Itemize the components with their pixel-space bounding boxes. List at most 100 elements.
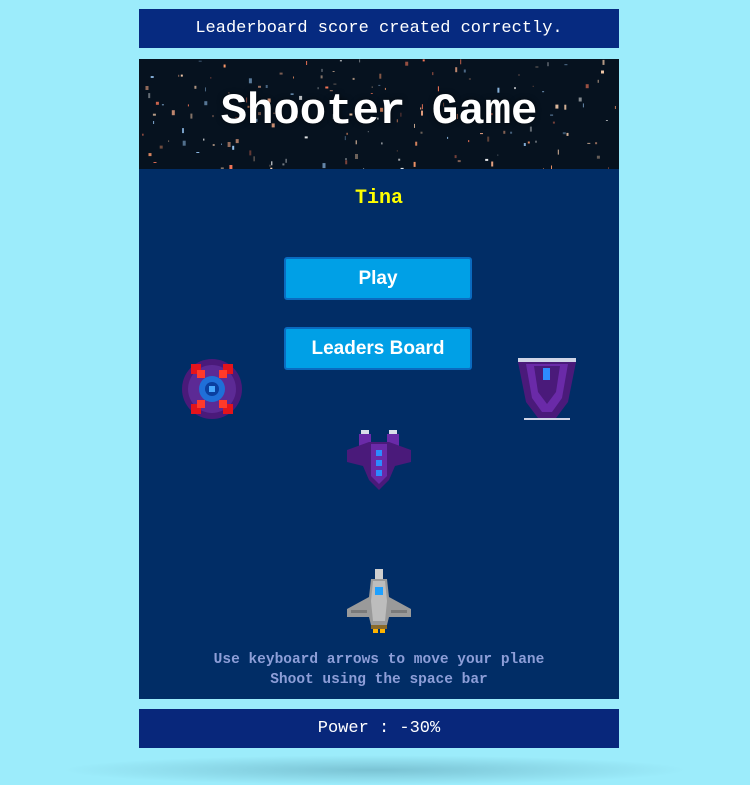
star-particle	[224, 65, 226, 68]
game-title: Shooter Game	[139, 87, 619, 137]
star-particle	[397, 150, 398, 151]
star-particle	[535, 67, 538, 68]
star-particle	[356, 140, 357, 144]
star-particle	[469, 79, 471, 80]
star-particle	[229, 165, 232, 169]
star-particle	[228, 142, 231, 147]
star-particle	[168, 141, 169, 142]
star-particle	[485, 159, 488, 161]
power-bar: Power : -30%	[139, 709, 619, 748]
star-particle	[423, 59, 425, 61]
star-particle	[464, 70, 466, 73]
power-text: Power : -30%	[318, 719, 440, 738]
star-particle	[355, 154, 358, 159]
star-particle	[381, 142, 382, 144]
star-particle	[487, 137, 489, 142]
star-particle	[455, 155, 457, 158]
star-particle	[178, 75, 179, 77]
star-particle	[379, 74, 381, 79]
star-particle	[210, 77, 211, 78]
page-shadow	[60, 755, 690, 785]
star-particle	[282, 163, 284, 165]
star-particle	[363, 168, 364, 169]
player-name: Tina	[139, 187, 619, 210]
star-particle	[183, 141, 186, 146]
star-particle	[221, 167, 224, 169]
star-particle	[306, 61, 307, 65]
star-particle	[181, 75, 183, 77]
star-particle	[221, 144, 222, 145]
star-particle	[598, 80, 599, 83]
star-particle	[414, 162, 416, 167]
star-particle	[154, 162, 157, 163]
star-particle	[321, 75, 323, 78]
star-particle	[455, 67, 457, 72]
instructions-line-1: Use keyboard arrows to move your plane	[139, 650, 619, 670]
grey-jet-player-icon	[345, 567, 413, 635]
star-particle	[398, 159, 400, 161]
star-particle	[270, 165, 271, 167]
star-particle	[415, 142, 417, 146]
star-particle	[601, 71, 604, 74]
star-particle	[497, 155, 498, 156]
star-particle	[160, 146, 163, 149]
star-particle	[432, 72, 433, 75]
star-particle	[333, 71, 335, 72]
star-particle	[558, 150, 559, 155]
star-particle	[346, 158, 347, 160]
status-banner: Leaderboard score created correctly.	[139, 9, 619, 48]
star-particle	[551, 166, 552, 170]
star-particle	[603, 60, 605, 65]
star-particle	[458, 160, 461, 162]
play-button[interactable]: Play	[284, 257, 472, 300]
star-particle	[405, 62, 408, 66]
star-particle	[333, 84, 336, 85]
star-particle	[232, 146, 234, 150]
star-particle	[597, 156, 600, 159]
star-particle	[249, 78, 252, 83]
game-canvas[interactable]: Shooter Game Tina Play Leaders Board	[139, 59, 619, 699]
purple-fighter-enemy-icon	[345, 428, 413, 492]
leaders-board-button[interactable]: Leaders Board	[284, 327, 472, 370]
round-mine-enemy-icon	[181, 358, 243, 420]
star-particle	[548, 62, 549, 66]
star-particle	[401, 168, 404, 169]
star-particle	[608, 167, 609, 169]
star-particle	[340, 60, 342, 61]
star-particle	[213, 144, 215, 146]
star-particle	[323, 163, 326, 168]
star-particle	[543, 168, 544, 169]
title-header: Shooter Game	[139, 59, 619, 169]
star-particle	[271, 161, 272, 165]
star-particle	[524, 143, 526, 146]
star-particle	[447, 137, 448, 139]
star-particle	[293, 77, 294, 79]
star-particle	[249, 150, 251, 155]
star-particle	[203, 139, 204, 141]
star-particle	[151, 76, 154, 78]
instructions-text: Use keyboard arrows to move your plane S…	[139, 650, 619, 690]
star-particle	[322, 69, 323, 72]
star-particle	[199, 61, 202, 62]
instructions-line-2: Shoot using the space bar	[139, 670, 619, 690]
star-particle	[460, 59, 461, 64]
star-particle	[378, 85, 380, 86]
star-particle	[254, 156, 255, 161]
star-particle	[345, 160, 347, 164]
star-particle	[286, 159, 287, 163]
star-particle	[587, 143, 590, 144]
star-particle	[270, 168, 272, 169]
star-particle	[236, 139, 239, 143]
star-particle	[280, 73, 283, 75]
star-particle	[359, 59, 360, 62]
star-particle	[149, 153, 152, 156]
star-particle	[196, 152, 199, 153]
star-particle	[528, 142, 530, 144]
star-particle	[595, 142, 597, 144]
star-particle	[519, 74, 520, 76]
star-particle	[353, 78, 355, 80]
star-particle	[564, 64, 567, 65]
shield-enemy-icon	[516, 356, 578, 422]
status-message: Leaderboard score created correctly.	[195, 19, 562, 38]
star-particle	[468, 140, 469, 142]
